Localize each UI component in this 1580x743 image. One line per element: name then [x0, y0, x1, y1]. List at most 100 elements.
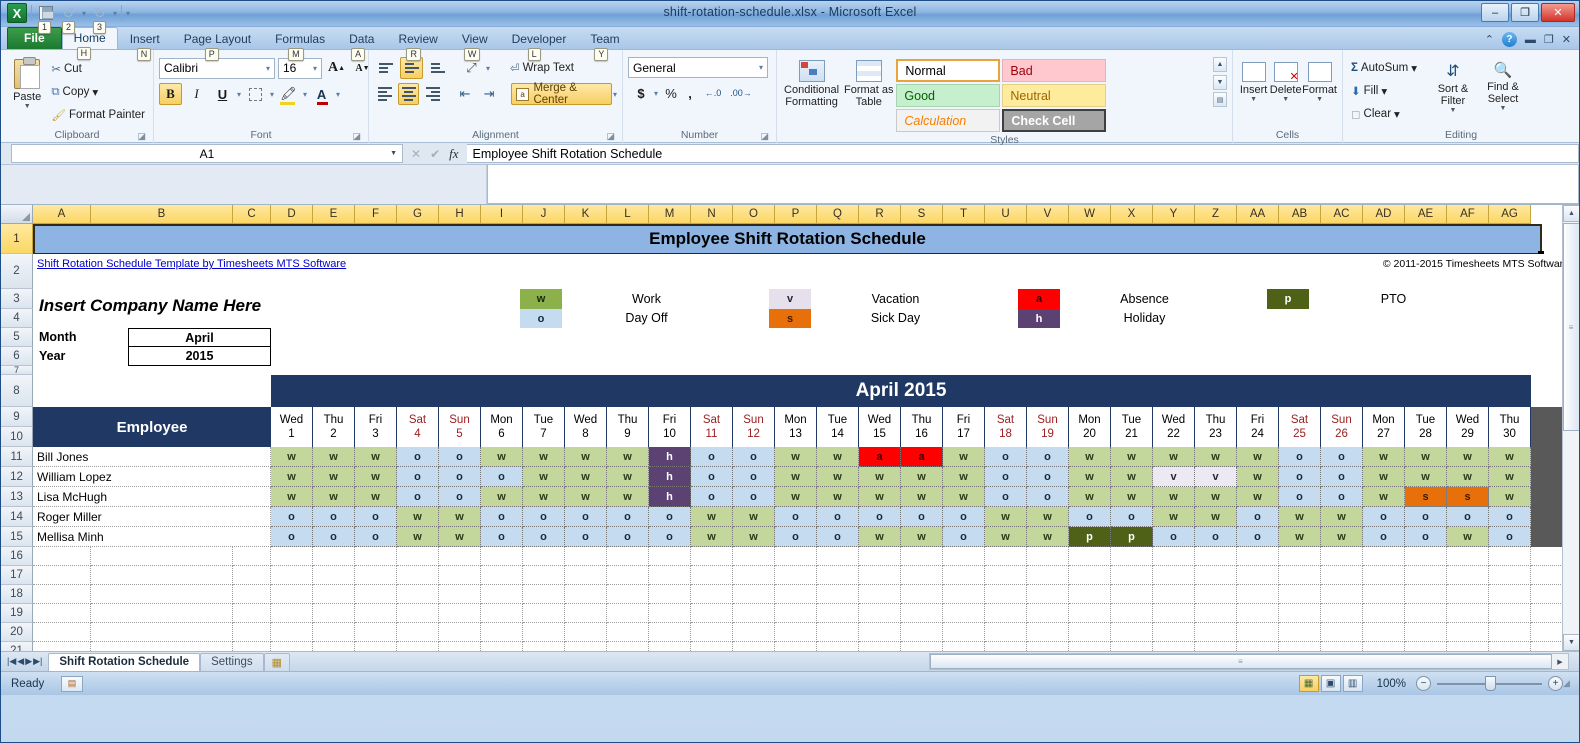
empty-cell[interactable]	[1363, 642, 1405, 651]
shift-cell[interactable]: p	[1111, 527, 1153, 547]
empty-cell[interactable]	[1321, 585, 1363, 604]
empty-cell[interactable]	[691, 623, 733, 642]
shift-cell[interactable]: w	[1153, 447, 1195, 467]
shift-cell[interactable]: o	[691, 447, 733, 467]
empty-cell[interactable]	[943, 585, 985, 604]
row-header-14[interactable]: 14	[1, 507, 33, 527]
shift-cell[interactable]: o	[1363, 527, 1405, 547]
shift-cell[interactable]: o	[775, 527, 817, 547]
merge-center-dropdown-icon[interactable]: ▾	[613, 90, 617, 99]
chevron-down-icon[interactable]: ▼	[390, 150, 397, 157]
empty-cell[interactable]	[691, 585, 733, 604]
empty-cell[interactable]	[607, 566, 649, 585]
shift-cell[interactable]: o	[1279, 447, 1321, 467]
alignment-dialog-launcher-icon[interactable]: ◪	[606, 131, 615, 142]
shift-cell[interactable]: w	[1027, 527, 1069, 547]
column-header-ab[interactable]: AB	[1279, 205, 1321, 224]
shift-cell[interactable]: o	[565, 527, 607, 547]
column-header-ag[interactable]: AG	[1489, 205, 1531, 224]
empty-cell[interactable]	[1279, 642, 1321, 651]
increase-font-size-button[interactable]: A▲	[325, 57, 348, 79]
shift-cell[interactable]: w	[943, 447, 985, 467]
empty-cell[interactable]	[271, 642, 313, 651]
styles-scroll-down-button[interactable]: ▼	[1213, 75, 1227, 90]
shift-cell[interactable]: s	[1447, 487, 1489, 507]
shift-cell[interactable]: o	[313, 507, 355, 527]
shift-cell[interactable]: w	[1489, 447, 1531, 467]
shift-cell[interactable]: o	[523, 507, 565, 527]
empty-cell[interactable]	[901, 566, 943, 585]
empty-cell[interactable]	[1447, 642, 1489, 651]
shift-cell[interactable]: w	[397, 507, 439, 527]
empty-cell[interactable]	[481, 566, 523, 585]
empty-cell[interactable]	[1195, 566, 1237, 585]
row-header-4[interactable]: 4	[1, 309, 33, 328]
empty-cell[interactable]	[1237, 623, 1279, 642]
tab-insert[interactable]: Insert N	[118, 28, 172, 49]
shift-cell[interactable]: o	[481, 467, 523, 487]
chevron-down-icon[interactable]: ▾	[1411, 61, 1417, 75]
merge-center-button[interactable]: a Merge & Center	[511, 83, 612, 105]
empty-cell[interactable]	[1321, 604, 1363, 623]
styles-more-button[interactable]: ▤	[1213, 92, 1227, 107]
shift-cell[interactable]: w	[565, 447, 607, 467]
shift-cell[interactable]: o	[1321, 487, 1363, 507]
shift-cell[interactable]: w	[943, 467, 985, 487]
fill-color-button[interactable]: 🖍	[277, 83, 300, 105]
empty-cell[interactable]	[355, 623, 397, 642]
shift-cell[interactable]: w	[1237, 447, 1279, 467]
row-header-15[interactable]: 15	[1, 527, 33, 547]
align-left-button[interactable]	[374, 83, 395, 105]
empty-cell[interactable]	[33, 623, 91, 642]
column-header-i[interactable]: I	[481, 205, 523, 224]
shift-cell[interactable]: w	[1069, 487, 1111, 507]
empty-cell[interactable]	[523, 642, 565, 651]
employee-name-cell[interactable]: Roger Miller	[33, 507, 271, 527]
sheet-tab-shift-rotation-schedule[interactable]: Shift Rotation Schedule	[48, 653, 200, 671]
conditional-formatting-button[interactable]: Conditional Formatting	[782, 57, 841, 108]
empty-cell[interactable]	[607, 623, 649, 642]
shift-cell[interactable]: o	[1321, 447, 1363, 467]
shift-cell[interactable]: o	[649, 527, 691, 547]
page-break-preview-button[interactable]: ▥	[1343, 675, 1363, 692]
shift-cell[interactable]: w	[1363, 447, 1405, 467]
empty-cell[interactable]	[271, 604, 313, 623]
align-bottom-button[interactable]	[426, 57, 449, 79]
empty-cell[interactable]	[775, 623, 817, 642]
increase-indent-button[interactable]: ⇥	[479, 83, 500, 105]
empty-cell[interactable]	[733, 642, 775, 651]
shift-cell[interactable]: a	[859, 447, 901, 467]
empty-cell[interactable]	[523, 604, 565, 623]
empty-cell[interactable]	[901, 547, 943, 566]
empty-cell[interactable]	[859, 566, 901, 585]
row-header-16[interactable]: 16	[1, 547, 33, 566]
empty-cell[interactable]	[1111, 623, 1153, 642]
chevron-down-icon[interactable]: ▾	[266, 64, 270, 73]
shift-cell[interactable]: w	[901, 467, 943, 487]
empty-cell[interactable]	[355, 642, 397, 651]
empty-cell[interactable]	[439, 585, 481, 604]
shift-cell[interactable]: w	[1237, 467, 1279, 487]
macro-record-icon[interactable]: ▤	[61, 676, 83, 692]
insert-function-icon[interactable]: fx	[449, 146, 458, 162]
style-normal[interactable]: Normal	[896, 59, 1000, 82]
shift-cell[interactable]: a	[901, 447, 943, 467]
empty-cell[interactable]	[985, 547, 1027, 566]
empty-cell[interactable]	[1153, 585, 1195, 604]
empty-cell[interactable]	[733, 604, 775, 623]
shift-cell[interactable]: w	[985, 527, 1027, 547]
empty-cell[interactable]	[355, 547, 397, 566]
shift-cell[interactable]: w	[271, 467, 313, 487]
employee-name-cell[interactable]: Bill Jones	[33, 447, 271, 467]
row-header-13[interactable]: 13	[1, 487, 33, 507]
empty-cell[interactable]	[523, 547, 565, 566]
shift-cell[interactable]: w	[523, 487, 565, 507]
shift-cell[interactable]: w	[1447, 527, 1489, 547]
shift-cell[interactable]: h	[649, 467, 691, 487]
empty-cell[interactable]	[1363, 547, 1405, 566]
column-header-ae[interactable]: AE	[1405, 205, 1447, 224]
orientation-dropdown-icon[interactable]: ▾	[486, 64, 490, 73]
tab-formulas[interactable]: Formulas M	[263, 28, 337, 49]
empty-cell[interactable]	[1279, 585, 1321, 604]
shift-cell[interactable]: w	[859, 487, 901, 507]
